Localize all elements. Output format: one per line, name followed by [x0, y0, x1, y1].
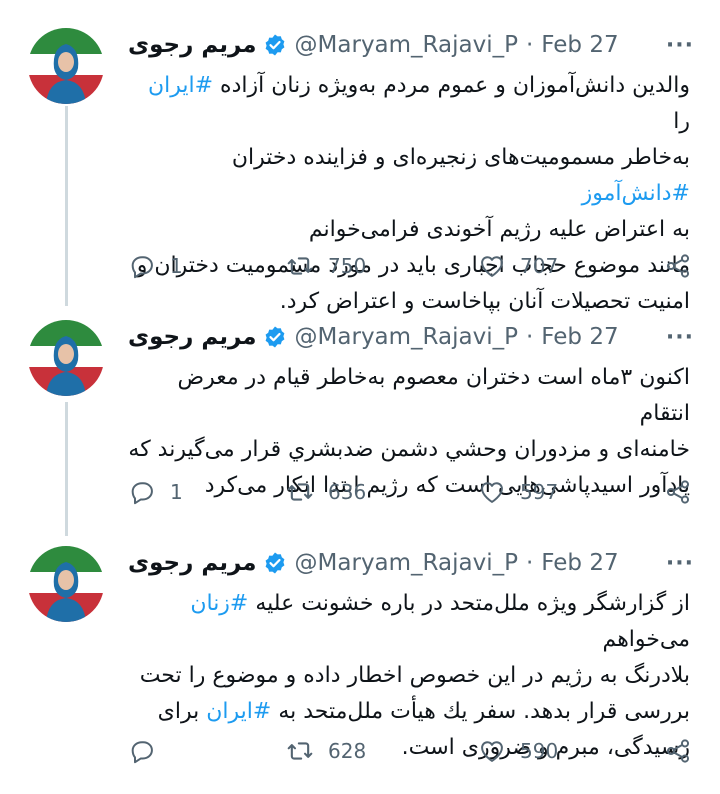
display-name[interactable]: مریم رجوی	[128, 32, 257, 58]
like-button[interactable]: 590	[478, 734, 558, 768]
tweet-line: بررسی قرار بدهد. سفر یك هیأت ملل‌متحد به…	[128, 694, 690, 730]
retweet-icon	[287, 483, 313, 501]
display-name[interactable]: مریم رجوی	[128, 550, 257, 576]
verified-badge-icon	[265, 326, 284, 348]
reply-icon	[131, 256, 153, 279]
reply-count: 1	[170, 480, 183, 504]
tweet-line: والدین دانش‌آموزان و عموم مردم به‌ویژه ز…	[128, 68, 690, 140]
text-segment: برای	[157, 699, 207, 724]
retweet-count: 628	[328, 739, 367, 763]
verified-badge-icon	[265, 34, 284, 56]
reply-button[interactable]: 1	[128, 475, 183, 509]
retweet-button[interactable]: 750	[286, 249, 366, 283]
reply-button[interactable]	[128, 734, 170, 768]
like-count: 590	[520, 739, 559, 763]
tweet-date[interactable]: Feb 27	[541, 32, 618, 58]
tweet-line: به‌خاطر مسمومیت‌های زنجیره‌ای و فزاینده …	[128, 140, 690, 212]
user-handle[interactable]: @Maryam_Rajavi_P	[295, 324, 518, 350]
hashtag-link[interactable]: #ایران	[148, 73, 213, 98]
tweet-header: مریم رجوی @Maryam_Rajavi_P · Feb 27 ···	[128, 546, 694, 580]
hashtag-link[interactable]: #زنان	[190, 591, 248, 616]
tweet-header: مریم رجوی @Maryam_Rajavi_P · Feb 27 ···	[128, 28, 694, 62]
verified-badge-icon	[265, 552, 284, 574]
retweet-count: 750	[328, 254, 367, 278]
tweet-line: اکنون ۳ماه است دختران معصوم به‌خاطر قیام…	[177, 365, 691, 426]
text-segment: را	[673, 109, 690, 134]
profile-photo	[46, 336, 86, 396]
user-handle[interactable]: @Maryam_Rajavi_P	[295, 550, 518, 576]
profile-photo	[46, 562, 86, 622]
text-segment: والدین دانش‌آموزان و عموم مردم به‌ویژه ز…	[213, 73, 690, 98]
share-icon	[666, 739, 690, 763]
like-button[interactable]: 597	[478, 475, 558, 509]
reply-icon	[131, 482, 153, 505]
heart-icon	[481, 741, 503, 762]
retweet-icon	[287, 257, 313, 275]
like-count: 707	[520, 254, 559, 278]
display-name[interactable]: مریم رجوی	[128, 324, 257, 350]
heart-icon	[481, 256, 503, 277]
tweet-header: مریم رجوی @Maryam_Rajavi_P · Feb 27 ···	[128, 320, 694, 354]
reply-count: 1	[170, 254, 183, 278]
tweet[interactable]: مریم رجوی @Maryam_Rajavi_P · Feb 27 ··· …	[0, 0, 720, 314]
share-icon	[666, 480, 690, 504]
tweet-line: بلادرنگ به رژیم در این خصوص اخطار داده و…	[139, 663, 690, 688]
like-button[interactable]: 707	[478, 249, 558, 283]
avatar[interactable]	[28, 28, 104, 104]
retweet-button[interactable]: 628	[286, 734, 366, 768]
tweet-date[interactable]: Feb 27	[541, 324, 618, 350]
retweet-count: 636	[328, 480, 367, 504]
text-segment: بررسی قرار بدهد. سفر یك هیأت ملل‌متحد به	[271, 699, 690, 724]
separator-dot: ·	[525, 550, 534, 576]
share-icon	[666, 254, 690, 278]
tweet-line: از گزارشگر ویژه ملل‌متحد در باره خشونت ع…	[128, 586, 690, 658]
user-handle[interactable]: @Maryam_Rajavi_P	[295, 32, 518, 58]
hashtag-link[interactable]: #ایران	[206, 699, 271, 724]
more-options-icon[interactable]: ···	[666, 325, 694, 350]
tweet[interactable]: مریم رجوی @Maryam_Rajavi_P · Feb 27 ··· …	[0, 536, 720, 794]
share-button[interactable]	[664, 249, 692, 283]
retweet-icon	[287, 742, 313, 760]
more-options-icon[interactable]: ···	[666, 551, 694, 576]
retweet-button[interactable]: 636	[286, 475, 366, 509]
like-count: 597	[520, 480, 559, 504]
reply-icon	[131, 741, 153, 764]
text-segment: به‌خاطر مسمومیت‌های زنجیره‌ای و فزاینده …	[231, 145, 690, 170]
tweet-line: به اعتراض علیه رژیم آخوندی فرامی‌خوانم	[308, 217, 690, 242]
tweet-date[interactable]: Feb 27	[541, 550, 618, 576]
tweet-line: خامنه‌ای و مزدوران وحشي دشمن ضدبشري قرار…	[128, 437, 690, 462]
hashtag-link[interactable]: #دانش‌آموز	[582, 181, 690, 206]
share-button[interactable]	[664, 475, 692, 509]
profile-photo	[46, 44, 86, 104]
avatar[interactable]	[28, 546, 104, 622]
more-options-icon[interactable]: ···	[666, 33, 694, 58]
text-segment: از گزارشگر ویژه ملل‌متحد در باره خشونت ع…	[248, 591, 690, 616]
text-segment: می‌خواهم	[602, 627, 690, 652]
heart-icon	[481, 482, 503, 503]
tweet-actions: 1 636 597	[128, 475, 692, 509]
reply-button[interactable]: 1	[128, 249, 183, 283]
avatar[interactable]	[28, 320, 104, 396]
tweet-actions: 628 590	[128, 734, 692, 768]
tweet[interactable]: مریم رجوی @Maryam_Rajavi_P · Feb 27 ··· …	[0, 310, 720, 536]
tweet-actions: 1 750 707	[128, 249, 692, 283]
separator-dot: ·	[525, 32, 534, 58]
separator-dot: ·	[525, 324, 534, 350]
share-button[interactable]	[664, 734, 692, 768]
